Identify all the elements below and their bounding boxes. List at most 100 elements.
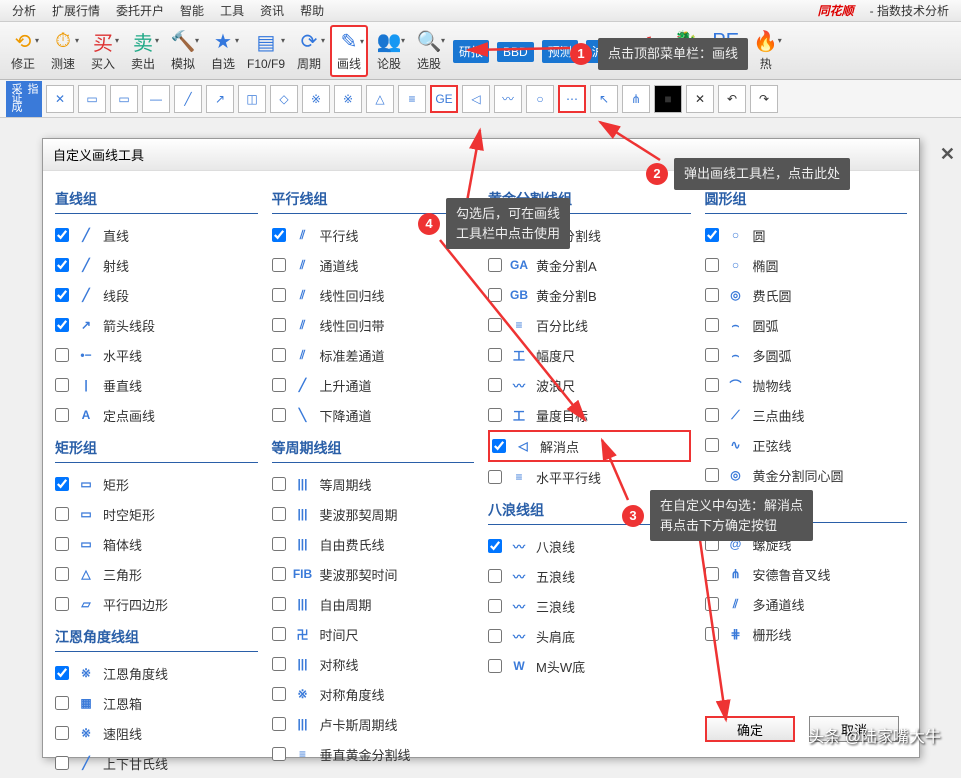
draw-tool-4[interactable]: ╱ [174,85,202,113]
draw-tool-6[interactable]: ◫ [238,85,266,113]
tool-item-黄金分割A[interactable]: GA黄金分割A [488,250,691,280]
tool-item-三角形[interactable]: △三角形 [55,559,258,589]
tool-checkbox[interactable] [272,507,286,521]
toolbar-button-BBD[interactable]: BBD [494,25,537,77]
tool-item-箭头线段[interactable]: ↗箭头线段 [55,310,258,340]
tool-checkbox[interactable] [55,228,69,242]
tool-checkbox[interactable] [55,696,69,710]
tool-checkbox[interactable] [55,348,69,362]
menu-item[interactable]: 工具 [212,2,252,19]
close-icon[interactable]: ✕ [940,144,955,165]
tool-item-上下甘氏线[interactable]: ╱上下甘氏线 [55,748,258,778]
draw-tool-17[interactable]: ↖ [590,85,618,113]
tool-item-线段[interactable]: ╱线段 [55,280,258,310]
tool-checkbox[interactable] [488,599,502,613]
menu-item[interactable]: 分析 [4,2,44,19]
tool-item-量度目标[interactable]: 工量度目标 [488,400,691,430]
menu-item[interactable]: 扩展行情 [44,2,108,19]
draw-tool-16[interactable]: ⋯ [558,85,586,113]
draw-tool-11[interactable]: ≡ [398,85,426,113]
tool-item-卢卡斯周期线[interactable]: |||卢卡斯周期线 [272,709,475,739]
draw-tool-19[interactable]: ■ [654,85,682,113]
tool-item-水平平行线[interactable]: ≡水平平行线 [488,462,691,492]
tool-checkbox[interactable] [272,627,286,641]
draw-tool-2[interactable]: ▭ [110,85,138,113]
tool-item-江恩角度线[interactable]: ※江恩角度线 [55,658,258,688]
draw-tool-14[interactable]: 〰 [494,85,522,113]
tool-checkbox[interactable] [272,288,286,302]
draw-tool-0[interactable]: ✕ [46,85,74,113]
tool-checkbox[interactable] [488,470,502,484]
tool-item-斐波那契时间[interactable]: FIB斐波那契时间 [272,559,475,589]
menu-item[interactable]: 资讯 [252,2,292,19]
tool-checkbox[interactable] [488,539,502,553]
tool-checkbox[interactable] [55,597,69,611]
tool-checkbox[interactable] [705,567,719,581]
tool-checkbox[interactable] [55,567,69,581]
draw-tool-3[interactable]: — [142,85,170,113]
tool-item-下降通道[interactable]: ╲下降通道 [272,400,475,430]
tool-checkbox[interactable] [488,408,502,422]
tool-item-圆弧[interactable]: ⌢圆弧 [705,310,908,340]
tool-item-线性回归带[interactable]: ⫽线性回归带 [272,310,475,340]
tool-item-安德鲁音叉线[interactable]: ⋔安德鲁音叉线 [705,559,908,589]
draw-tool-22[interactable]: ↷ [750,85,778,113]
tool-checkbox[interactable] [272,597,286,611]
tool-checkbox[interactable] [705,288,719,302]
draw-tool-5[interactable]: ↗ [206,85,234,113]
tool-checkbox[interactable] [272,258,286,272]
draw-tool-18[interactable]: ⋔ [622,85,650,113]
tool-checkbox[interactable] [705,438,719,452]
tool-checkbox[interactable] [55,537,69,551]
menu-item[interactable]: 智能 [172,2,212,19]
tool-checkbox[interactable] [55,318,69,332]
tool-item-箱体线[interactable]: ▭箱体线 [55,529,258,559]
tool-checkbox[interactable] [488,659,502,673]
ok-button[interactable]: 确定 [705,716,795,742]
draw-tool-1[interactable]: ▭ [78,85,106,113]
tool-item-标准差通道[interactable]: ⫽标准差通道 [272,340,475,370]
tool-item-自由周期[interactable]: |||自由周期 [272,589,475,619]
tool-item-速阻线[interactable]: ※速阻线 [55,718,258,748]
tool-checkbox[interactable] [272,537,286,551]
tool-item-百分比线[interactable]: ≡百分比线 [488,310,691,340]
tool-checkbox[interactable] [272,717,286,731]
draw-tool-15[interactable]: ○ [526,85,554,113]
tool-checkbox[interactable] [488,318,502,332]
tool-checkbox[interactable] [488,288,502,302]
tool-item-正弦线[interactable]: ∿正弦线 [705,430,908,460]
tool-checkbox[interactable] [488,378,502,392]
tool-item-圆[interactable]: ○圆 [705,220,908,250]
tool-item-M头W底[interactable]: WM头W底 [488,651,691,681]
tool-item-时间尺[interactable]: 卍时间尺 [272,619,475,649]
tool-checkbox[interactable] [488,348,502,362]
tool-checkbox[interactable] [705,627,719,641]
tool-item-黄金分割同心圆[interactable]: ◎黄金分割同心圆 [705,460,908,490]
tool-checkbox[interactable] [55,726,69,740]
tool-checkbox[interactable] [55,507,69,521]
draw-tool-8[interactable]: ※ [302,85,330,113]
tool-checkbox[interactable] [705,258,719,272]
tool-item-直线[interactable]: ╱直线 [55,220,258,250]
draw-tool-7[interactable]: ◇ [270,85,298,113]
draw-tool-21[interactable]: ↶ [718,85,746,113]
tool-item-多通道线[interactable]: ⫽多通道线 [705,589,908,619]
tool-checkbox[interactable] [55,288,69,302]
tool-item-栅形线[interactable]: ⋕栅形线 [705,619,908,649]
tool-item-射线[interactable]: ╱射线 [55,250,258,280]
tool-checkbox[interactable] [272,477,286,491]
draw-tool-9[interactable]: ※ [334,85,362,113]
tool-item-平行四边形[interactable]: ▱平行四边形 [55,589,258,619]
tool-item-上升通道[interactable]: ╱上升通道 [272,370,475,400]
tool-item-五浪线[interactable]: 〰五浪线 [488,561,691,591]
tool-checkbox[interactable] [272,687,286,701]
tool-item-费氏圆[interactable]: ◎费氏圆 [705,280,908,310]
tool-item-水平线[interactable]: •−水平线 [55,340,258,370]
tool-item-线性回归线[interactable]: ⫽线性回归线 [272,280,475,310]
tool-checkbox[interactable] [705,468,719,482]
tool-checkbox[interactable] [272,408,286,422]
draw-tool-20[interactable]: ✕ [686,85,714,113]
toolbar-button-模拟[interactable]: 🔨模拟▾ [164,25,202,77]
tool-checkbox[interactable] [492,439,506,453]
tool-checkbox[interactable] [272,378,286,392]
